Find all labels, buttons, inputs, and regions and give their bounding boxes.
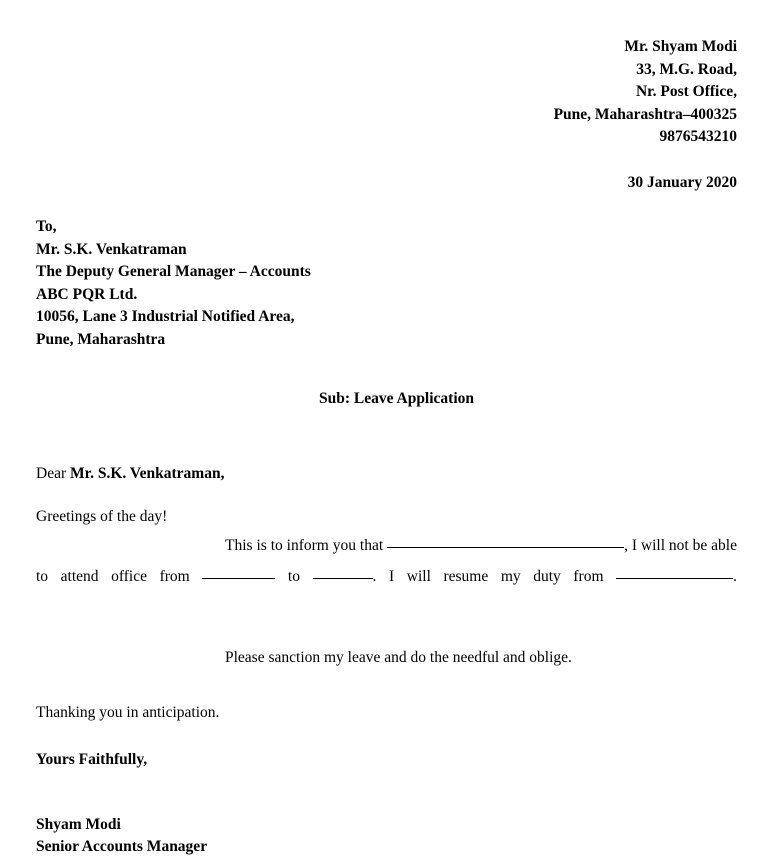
complimentary-close: Yours Faithfully, xyxy=(36,751,148,768)
sender-phone: 9876543210 xyxy=(659,128,738,145)
salutation-recipient-name: Mr. S.K. Venkatraman, xyxy=(70,465,225,482)
sanction-request-line: Please sanction my leave and do the need… xyxy=(225,649,572,666)
sender-city-pincode: Pune, Maharashtra–400325 xyxy=(553,105,737,123)
body-greeting: Greetings of the day! xyxy=(36,508,168,525)
letter-content: Mr. Shyam Modi 33, M.G. Road, Nr. Post O… xyxy=(36,0,737,858)
signature-name: Shyam Modi xyxy=(36,816,121,833)
sender-landmark: Nr. Post Office, xyxy=(635,83,737,100)
letter-date: 30 January 2020 xyxy=(627,173,737,191)
body-segment-4: . I will resume my duty from xyxy=(372,568,617,585)
thanking-line: Thanking you in anticipation. xyxy=(36,704,220,721)
recipient-city: Pune, Maharashtra xyxy=(36,330,166,348)
recipient-company: ABC PQR Ltd. xyxy=(36,285,138,303)
resume-date-blank-field[interactable] xyxy=(616,565,734,579)
reason-blank-field[interactable] xyxy=(387,534,625,548)
sender-street: 33, M.G. Road, xyxy=(636,60,737,78)
recipient-street: 10056, Lane 3 Industrial Notified Area, xyxy=(36,308,295,325)
recipient-name: Mr. S.K. Venkatraman xyxy=(36,240,187,258)
recipient-to-label: To, xyxy=(36,218,57,235)
recipient-address-block: To, Mr. S.K. Venkatraman The Deputy Gene… xyxy=(36,216,737,351)
letter-page: Mr. Shyam Modi 33, M.G. Road, Nr. Post O… xyxy=(0,0,768,863)
signature-title: Senior Accounts Manager xyxy=(36,838,208,855)
sender-address-block: Mr. Shyam Modi 33, M.G. Road, Nr. Post O… xyxy=(36,0,737,149)
sender-name: Mr. Shyam Modi xyxy=(624,38,737,55)
body-segment-5: . xyxy=(733,568,737,585)
body-segment-1: This is to inform you that xyxy=(225,537,388,554)
body-segment-3: to xyxy=(275,568,313,585)
recipient-designation: The Deputy General Manager – Accounts xyxy=(36,263,311,280)
salutation: Dear Mr. S.K. Venkatraman, xyxy=(36,465,737,483)
salutation-prefix: Dear xyxy=(36,465,70,482)
leave-to-date-blank-field[interactable] xyxy=(312,565,373,579)
subject-line: Sub: Leave Application xyxy=(318,390,475,407)
body-paragraph: This is to inform you that , I will not … xyxy=(36,530,737,623)
signature-block: Shyam Modi Senior Accounts Manager xyxy=(36,814,737,858)
leave-from-date-blank-field[interactable] xyxy=(202,565,276,579)
